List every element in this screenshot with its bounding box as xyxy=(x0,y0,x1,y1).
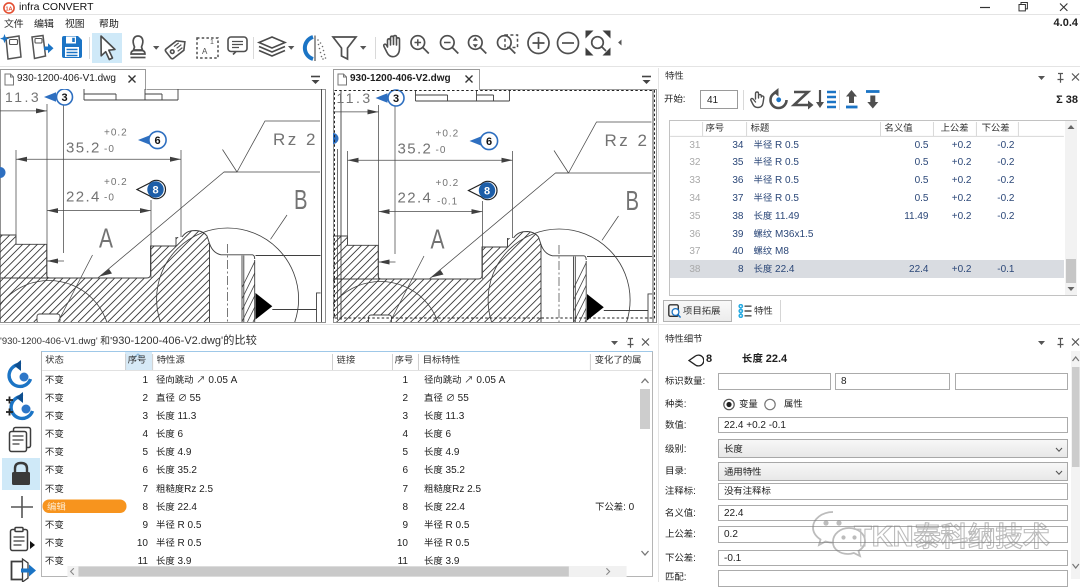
svg-text:编辑: 编辑 xyxy=(47,501,66,513)
svg-text:1: 1 xyxy=(210,39,214,46)
svg-text:TKN泰科纳技术: TKN泰科纳技术 xyxy=(854,521,1050,553)
svg-text:A: A xyxy=(202,47,208,56)
svg-text:-0.1: -0.1 xyxy=(437,197,458,208)
svg-text:1A: 1A xyxy=(5,6,12,12)
svg-text:-0: -0 xyxy=(104,193,115,204)
